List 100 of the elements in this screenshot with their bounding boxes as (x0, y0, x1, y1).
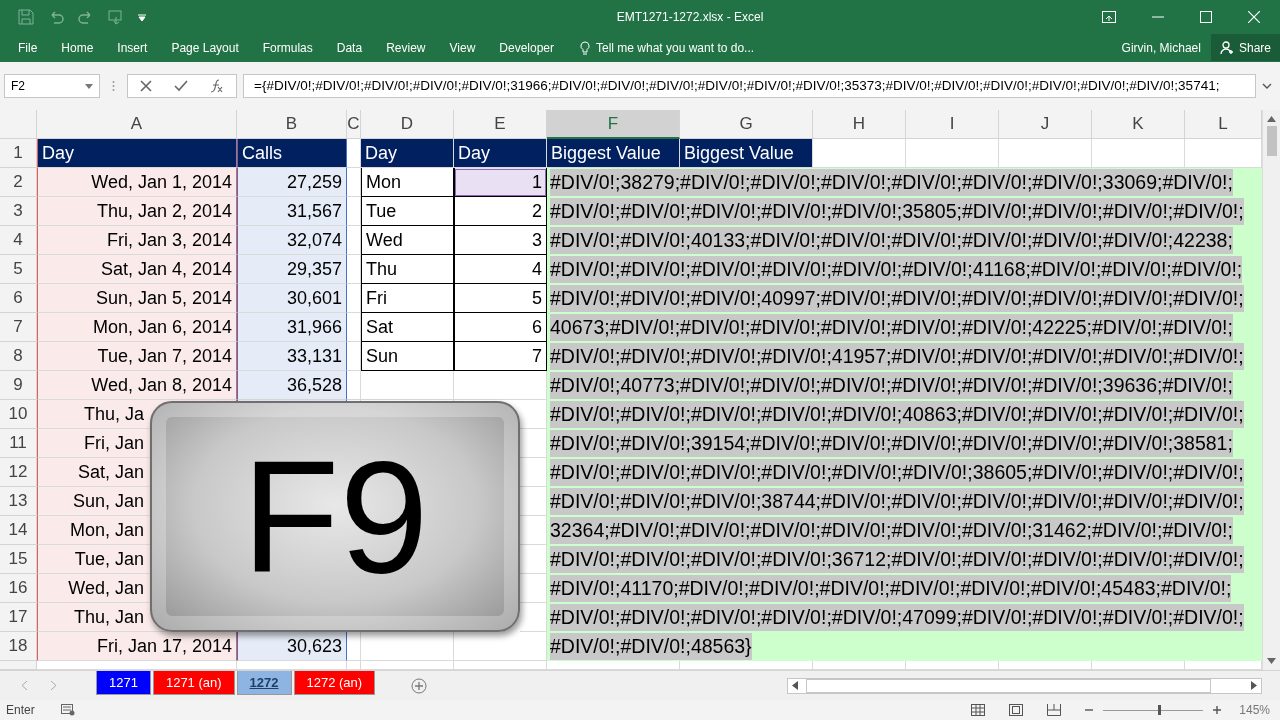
sheet-tab[interactable]: 1272 (236, 671, 292, 695)
empty-cell[interactable] (347, 313, 361, 342)
page-break-icon[interactable] (1047, 704, 1062, 716)
ribbon-tab[interactable]: Data (324, 35, 375, 60)
row-header[interactable]: 1 (0, 139, 37, 168)
zoom-slider-thumb[interactable] (1158, 704, 1162, 715)
row-header[interactable]: 5 (0, 255, 37, 284)
ribbon-tab[interactable]: Developer (487, 35, 566, 60)
row-header[interactable]: 8 (0, 342, 37, 371)
row-header[interactable]: 18 (0, 632, 37, 661)
empty-cell[interactable] (347, 371, 361, 400)
row-header[interactable]: 7 (0, 313, 37, 342)
cancel-icon[interactable] (140, 80, 152, 92)
row-header[interactable]: 4 (0, 226, 37, 255)
column-header[interactable]: L (1185, 110, 1262, 139)
row-header[interactable]: 16 (0, 574, 37, 603)
ribbon-tab[interactable]: Home (49, 35, 106, 60)
table-header-cell: Biggest Value (547, 139, 680, 168)
scroll-right-icon[interactable] (1251, 681, 1257, 690)
add-sheet-icon[interactable] (411, 677, 428, 694)
formula-result-text: #DIV/0!;#DIV/0!;#DIV/0!;#DIV/0!;36712;#DIV/0!;#DIV/0!;#DIV/0!;#DIV/0!;#DIV/0!; (550, 546, 1244, 573)
row-header[interactable]: 14 (0, 516, 37, 545)
table-cell: Wed, Jan 8, 2014 (37, 371, 237, 400)
empty-cell[interactable] (347, 197, 361, 226)
row-header[interactable]: 2 (0, 168, 37, 197)
scroll-down-icon[interactable] (1267, 658, 1276, 664)
ribbon-tab[interactable]: Page Layout (159, 35, 251, 60)
sheet-tab[interactable]: 1271 (an) (152, 671, 235, 695)
column-header[interactable]: G (680, 110, 813, 139)
column-header[interactable]: E (454, 110, 547, 139)
row-header[interactable]: 9 (0, 371, 37, 400)
formula-result-text: #DIV/0!;#DIV/0!;#DIV/0!;#DIV/0!;#DIV/0!;47099;#DIV/0!;#DIV/0!;#DIV/0!;#DIV/0!; (550, 604, 1244, 631)
empty-cell[interactable] (347, 342, 361, 371)
formula-field[interactable]: ={#DIV/0!;#DIV/0!;#DIV/0!;#DIV/0!;#DIV/0!;31966;#DIV/0!;#DIV/0!;#DIV/0!;#DIV/0!;#DIV/0!;#DIV/0!;35373;#DIV/0!;#DIV/0!;#DIV/0!;#DIV/0!;#DIV/0!;#DIV/0!;35741; (243, 74, 1256, 98)
vertical-scrollbar[interactable] (1262, 110, 1280, 670)
empty-cell[interactable] (347, 255, 361, 284)
record-macro-icon[interactable] (60, 704, 75, 716)
normal-view-icon[interactable] (971, 704, 986, 716)
table-cell: Wed, Jan 1, 2014 (37, 168, 237, 197)
user-name[interactable]: Girvin, Michael (1121, 40, 1201, 55)
expand-caret-icon[interactable] (1262, 83, 1272, 89)
sheet-tab[interactable]: 1272 (an) (293, 671, 376, 695)
ribbon-tab[interactable]: Insert (105, 35, 160, 60)
ribbon-display-icon[interactable] (1102, 10, 1116, 23)
insert-function-icon[interactable] (210, 79, 224, 93)
column-header[interactable]: F (547, 110, 680, 139)
column-header[interactable]: D (361, 110, 454, 139)
column-header[interactable]: J (999, 110, 1092, 139)
row-header[interactable]: 6 (0, 284, 37, 313)
row-header[interactable]: 13 (0, 487, 37, 516)
caret-icon (85, 83, 93, 89)
table-cell: 1 (454, 168, 547, 197)
formula-result-text: 32364;#DIV/0!;#DIV/0!;#DIV/0!;#DIV/0!;#DIV/0!;#DIV/0!;31462;#DIV/0!;#DIV/0!; (550, 517, 1233, 544)
touch-mode-icon[interactable] (108, 8, 124, 25)
empty-cell[interactable] (347, 226, 361, 255)
tell-me-search[interactable]: Tell me what you want to do... (574, 39, 761, 56)
row-header[interactable]: 11 (0, 429, 37, 458)
cell-editor[interactable] (547, 168, 1262, 661)
scroll-thumb[interactable] (806, 678, 1211, 693)
ribbon-tab[interactable]: File (6, 35, 50, 60)
zoom-in-icon[interactable] (1213, 706, 1222, 714)
empty-cell[interactable] (347, 284, 361, 313)
next-sheet-icon[interactable] (50, 681, 56, 690)
column-header[interactable]: K (1092, 110, 1185, 139)
row-header[interactable]: 10 (0, 400, 37, 429)
column-header[interactable]: A (37, 110, 237, 139)
save-icon[interactable] (18, 8, 34, 25)
share-button[interactable]: Share (1210, 34, 1280, 61)
sheet-tab[interactable]: 1271 (96, 671, 151, 695)
ribbon-tab[interactable]: View (437, 35, 488, 60)
column-header[interactable]: B (237, 110, 347, 139)
table-cell: Tue (361, 197, 454, 226)
empty-cell[interactable] (361, 371, 454, 400)
name-box[interactable]: F2 (4, 74, 100, 98)
row-header[interactable]: 3 (0, 197, 37, 226)
ribbon-tab[interactable]: Review (374, 35, 438, 60)
previous-sheet-icon[interactable] (22, 681, 28, 690)
scroll-up-icon[interactable] (1267, 116, 1276, 122)
table-cell: 33,131 (237, 342, 347, 371)
row-header[interactable] (0, 661, 37, 670)
zoom-out-icon[interactable] (1085, 706, 1094, 714)
row-header[interactable]: 12 (0, 458, 37, 487)
zoom-level[interactable]: 145% (1239, 703, 1270, 717)
horizontal-scrollbar[interactable] (787, 677, 1262, 694)
scroll-thumb[interactable] (1266, 126, 1277, 156)
customize-caret-icon[interactable] (138, 12, 146, 21)
column-header[interactable]: C (347, 110, 361, 139)
scroll-left-icon[interactable] (792, 681, 798, 690)
enter-check-icon[interactable] (174, 80, 188, 92)
ribbon-tab[interactable]: Formulas (250, 35, 325, 60)
column-header[interactable]: H (813, 110, 906, 139)
formula-result-text: #DIV/0!;#DIV/0!;#DIV/0!;38744;#DIV/0!;#DIV/0!;#DIV/0!;#DIV/0!;#DIV/0!;#DIV/0!; (550, 488, 1244, 515)
column-header[interactable]: I (906, 110, 999, 139)
page-layout-icon[interactable] (1009, 704, 1024, 716)
row-header[interactable]: 17 (0, 603, 37, 632)
empty-cell[interactable] (347, 168, 361, 197)
close-icon[interactable] (1248, 10, 1260, 23)
select-all-corner[interactable] (0, 110, 37, 139)
row-header[interactable]: 15 (0, 545, 37, 574)
maximize-icon[interactable] (1200, 10, 1212, 23)
